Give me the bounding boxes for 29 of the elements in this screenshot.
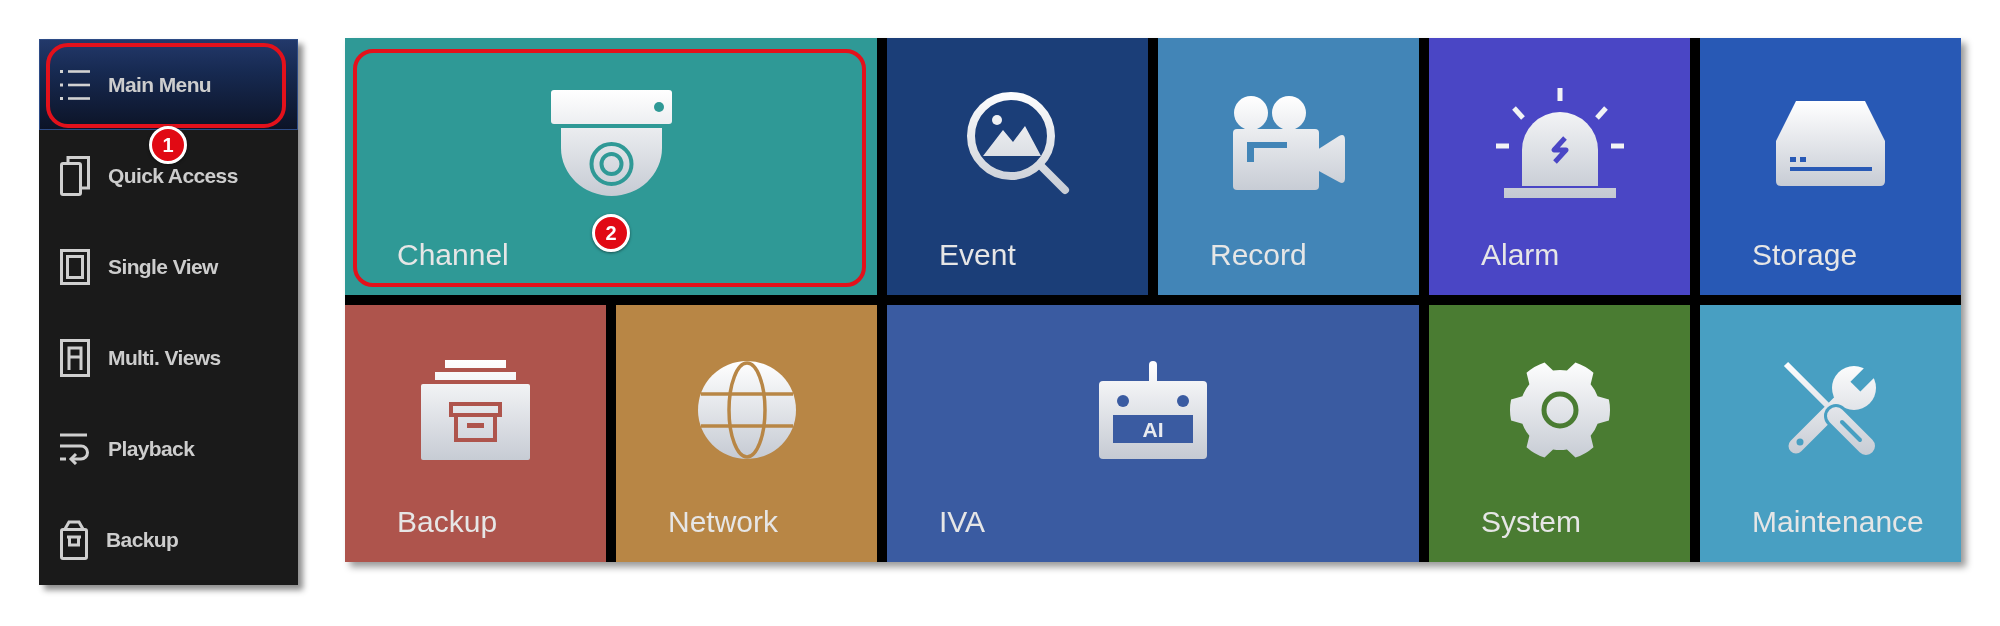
archive-box-icon xyxy=(421,360,530,460)
square-icon xyxy=(60,248,90,285)
menu-tile[interactable]: Storage xyxy=(1700,38,1961,295)
globe-icon xyxy=(697,361,796,459)
settings-icon xyxy=(1507,359,1612,461)
menu-item[interactable]: Backup xyxy=(39,494,298,585)
callout-badge: 1 xyxy=(149,126,187,164)
icon-label: AI xyxy=(1142,418,1164,441)
menu-item[interactable]: Playback xyxy=(39,403,298,494)
menu-tile[interactable]: Record xyxy=(1158,38,1419,295)
list-icon xyxy=(60,67,90,102)
dome-camera-icon xyxy=(550,90,672,196)
robot-icon xyxy=(1099,361,1207,459)
image-search-icon xyxy=(964,90,1071,196)
bin-icon xyxy=(60,519,88,560)
menu-tile[interactable]: Event xyxy=(887,38,1148,295)
menu-item[interactable]: Multi. Views xyxy=(39,312,298,403)
menu-item[interactable]: Single View xyxy=(39,221,298,312)
return-arrow-icon xyxy=(60,432,90,465)
copy-icon xyxy=(60,155,90,196)
layout-icon xyxy=(60,338,90,377)
menu-tile[interactable]: Alarm xyxy=(1429,38,1690,295)
video-camera-icon xyxy=(1232,96,1345,190)
menu-tile[interactable]: System xyxy=(1429,305,1690,562)
alarm-light-icon xyxy=(1495,88,1624,198)
menu-tile[interactable]: Backup xyxy=(345,305,606,562)
hard-drive-icon xyxy=(1776,100,1885,186)
menu-tile[interactable]: AI IVA xyxy=(887,305,1419,562)
menu-item[interactable]: Main Menu xyxy=(39,39,298,130)
